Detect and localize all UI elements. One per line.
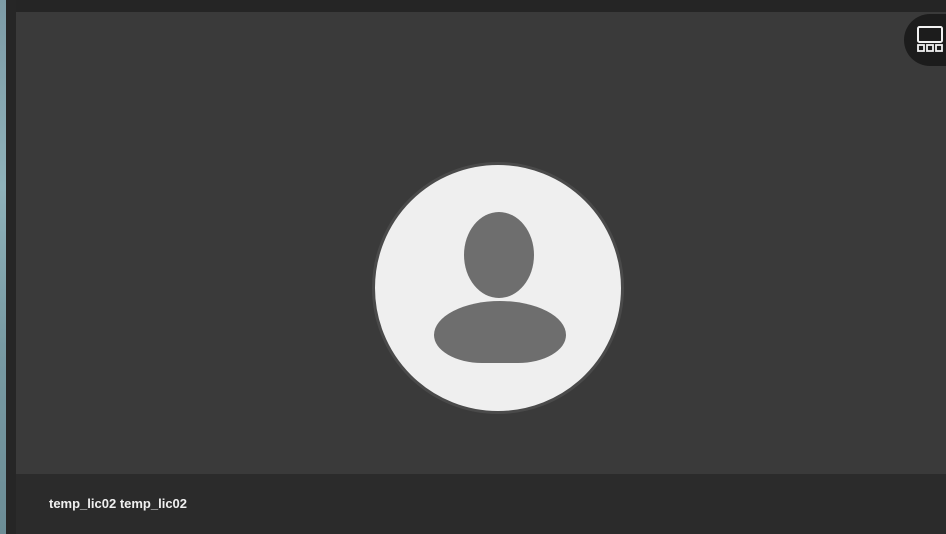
meeting-screen: temp_lic02 temp_lic02 bbox=[0, 0, 946, 534]
filmstrip-layout-icon bbox=[917, 26, 943, 52]
participant-name: temp_lic02 temp_lic02 bbox=[49, 496, 188, 511]
participant-name-bar: temp_lic02 temp_lic02 bbox=[16, 474, 946, 534]
top-strip bbox=[16, 0, 946, 12]
left-gutter bbox=[6, 0, 16, 534]
avatar-body bbox=[434, 301, 566, 363]
avatar-head bbox=[464, 212, 534, 298]
participant-video-tile[interactable] bbox=[16, 12, 946, 474]
participant-avatar bbox=[372, 162, 624, 414]
